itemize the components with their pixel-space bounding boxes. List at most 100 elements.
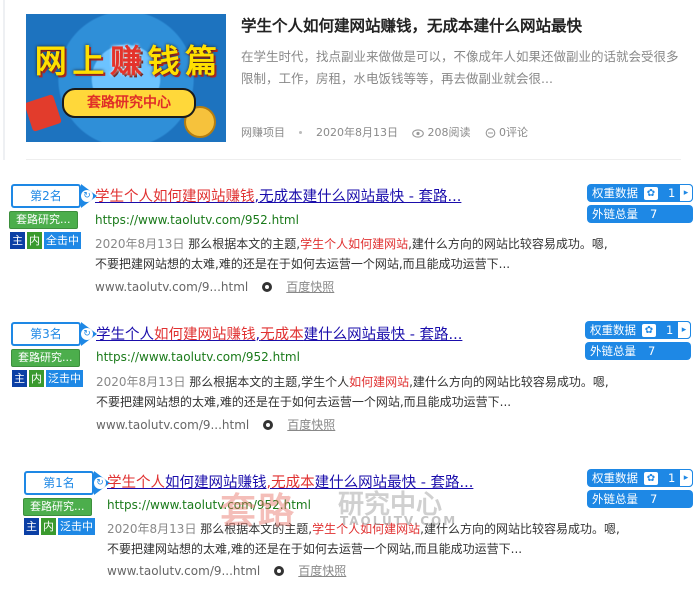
article-excerpt: 在学生时代，找点副业来做做是可以，不像成年人如果还做副业的话就会受很多限制，工作…	[241, 49, 679, 86]
thumbnail-char: 网	[34, 42, 67, 80]
links-row[interactable]: 外链总量 7	[587, 205, 693, 223]
result-description: 2020年8月13日 那么根据本文的主题,学生个人如何建网站,建什么方向的网站比…	[107, 519, 627, 559]
search-result: 第1名 ↻ 套路研究... 主 内 泛击中 学生个人如何建网站赚钱,无成本建什么…	[0, 443, 695, 578]
camera-icon	[262, 281, 273, 292]
desc-segment: 那么根据本文的主题,	[184, 237, 301, 251]
weight-panel: 权重数据 ✿ 1 ▸ 外链总量 7	[587, 469, 693, 511]
tag-main: 主	[11, 369, 28, 388]
result-description: 2020年8月13日 那么根据本文的主题,学生个人如何建网站,建什么方向的网站比…	[95, 234, 615, 274]
tag-hit: 泛击中	[45, 369, 84, 388]
tag-main: 主	[9, 231, 26, 250]
article-views: 208阅读	[412, 124, 471, 140]
links-label: 外链总量	[592, 492, 638, 506]
weight-value: 1	[666, 323, 674, 337]
tag-inner: 内	[28, 369, 45, 388]
site-badge[interactable]: 套路研究...	[9, 211, 78, 229]
article-comments-text: 0评论	[499, 126, 528, 139]
weight-panel: 权重数据 ✿ 1 ▸ 外链总量 7	[587, 184, 693, 226]
result-title-link[interactable]: 学生个人如何建网站赚钱,无成本建什么网站最快 - 套路...	[96, 323, 462, 344]
result-url[interactable]: https://www.taolutv.com/952.html	[95, 213, 299, 227]
links-label: 外链总量	[590, 344, 636, 358]
article-left-bar	[3, 0, 5, 160]
snapshot-link[interactable]: 百度快照	[287, 416, 335, 433]
result-date: 2020年8月13日	[96, 375, 186, 389]
tag-group: 主 内 泛击中	[11, 369, 84, 388]
result-date: 2020年8月13日	[95, 237, 185, 251]
rank-badge: 第1名 ↻	[24, 471, 110, 495]
rank-label: 第3名	[30, 327, 62, 341]
refresh-icon[interactable]: ↻	[94, 477, 106, 489]
site-badge[interactable]: 套路研究...	[11, 349, 80, 367]
title-segment: ,无成本	[266, 475, 315, 491]
result-url[interactable]: https://www.taolutv.com/952.html	[107, 498, 311, 512]
chevron-right-icon[interactable]: ▸	[679, 469, 693, 487]
site-badge[interactable]: 套路研究...	[23, 498, 92, 516]
weight-label: 权重数据	[592, 186, 638, 200]
thumbnail-char: 赚	[109, 42, 142, 80]
result-footer: www.taolutv.com/9...html 百度快照	[95, 278, 334, 295]
title-segment: 学生个人	[107, 475, 165, 491]
links-row[interactable]: 外链总量 7	[587, 490, 693, 508]
result-url[interactable]: https://www.taolutv.com/952.html	[96, 350, 300, 364]
desc-segment: 如何建网站	[360, 522, 421, 536]
paw-icon: ✿	[644, 186, 658, 200]
weight-row[interactable]: 权重数据 ✿ 1 ▸	[585, 321, 691, 339]
tag-inner: 内	[40, 517, 57, 536]
title-segment: ,无成本建什么网站最快 - 套路...	[254, 189, 462, 205]
links-row[interactable]: 外链总量 7	[585, 342, 691, 360]
result-title-link[interactable]: 学生个人如何建网站赚钱,无成本建什么网站最快 - 套路...	[107, 471, 473, 492]
chevron-right-icon[interactable]: ▸	[679, 184, 693, 202]
rank-label: 第1名	[43, 476, 75, 490]
title-segment: 学生个人	[96, 327, 154, 343]
links-value: 7	[650, 207, 658, 221]
result-description: 2020年8月13日 那么根据本文的主题,学生个人如何建网站,建什么方向的网站比…	[96, 372, 616, 412]
result-footer: www.taolutv.com/9...html 百度快照	[107, 562, 346, 579]
search-result: 第2名 ↻ 套路研究... 主 内 全击中 学生个人如何建网站赚钱,无成本建什么…	[0, 160, 695, 294]
title-segment: 无成本	[260, 327, 304, 343]
tag-group: 主 内 泛击中	[23, 517, 96, 536]
article-thumbnail[interactable]: 网 上 赚 钱 篇 套路研究中心	[26, 14, 226, 142]
article-meta: 网赚项目 2020年8月13日 208阅读 0评论	[241, 124, 528, 140]
snapshot-link[interactable]: 百度快照	[298, 562, 346, 579]
result-date: 2020年8月13日	[107, 522, 197, 536]
article-comments[interactable]: 0评论	[485, 124, 528, 140]
title-segment: 建什么网站最快 - 套路...	[314, 475, 474, 491]
title-segment: 如何建网站赚钱	[154, 327, 256, 343]
weight-label: 权重数据	[590, 323, 636, 337]
eye-icon	[412, 128, 424, 138]
tag-hit: 泛击中	[57, 517, 96, 536]
tag-group: 主 内 全击中	[9, 231, 82, 250]
tag-main: 主	[23, 517, 40, 536]
article-views-text: 208阅读	[427, 126, 471, 139]
weight-row[interactable]: 权重数据 ✿ 1 ▸	[587, 469, 693, 487]
weight-row[interactable]: 权重数据 ✿ 1 ▸	[587, 184, 693, 202]
weight-value: 1	[668, 186, 676, 200]
search-result: 第3名 ↻ 套路研究... 主 内 泛击中 学生个人如何建网站赚钱,无成本建什么…	[0, 297, 695, 432]
desc-segment: 学生个人如何建网站	[300, 237, 409, 251]
article-category[interactable]: 网赚项目	[241, 124, 285, 140]
weight-panel: 权重数据 ✿ 1 ▸ 外链总量 7	[585, 321, 691, 363]
article-date: 2020年8月13日	[316, 126, 398, 139]
camera-icon	[274, 565, 285, 576]
paw-icon: ✿	[642, 323, 656, 337]
thumbnail-ribbon: 套路研究中心	[62, 88, 196, 118]
title-segment: 如何建网站赚钱	[165, 475, 267, 491]
refresh-icon[interactable]: ↻	[81, 328, 93, 340]
camera-icon	[263, 419, 274, 430]
desc-segment: 如何建网站	[349, 375, 410, 389]
paw-icon: ✿	[644, 471, 658, 485]
title-segment: 建什么网站最快 - 套路...	[303, 327, 463, 343]
snapshot-link[interactable]: 百度快照	[286, 278, 334, 295]
thumbnail-big-text: 网 上 赚 钱 篇	[32, 34, 220, 84]
rank-label: 第2名	[30, 189, 62, 203]
weight-value: 1	[668, 471, 676, 485]
rank-badge: 第3名 ↻	[11, 322, 97, 346]
refresh-icon[interactable]: ↻	[81, 190, 93, 202]
display-url: www.taolutv.com/9...html	[95, 279, 249, 294]
result-footer: www.taolutv.com/9...html 百度快照	[96, 416, 335, 433]
chevron-right-icon[interactable]: ▸	[677, 321, 691, 339]
meta-dot	[299, 130, 302, 134]
result-title-link[interactable]: 学生个人如何建网站赚钱,无成本建什么网站最快 - 套路...	[95, 185, 461, 206]
desc-segment: 学生个人	[312, 522, 361, 536]
article-title[interactable]: 学生个人如何建网站赚钱，无成本建什么网站最快	[241, 14, 582, 36]
